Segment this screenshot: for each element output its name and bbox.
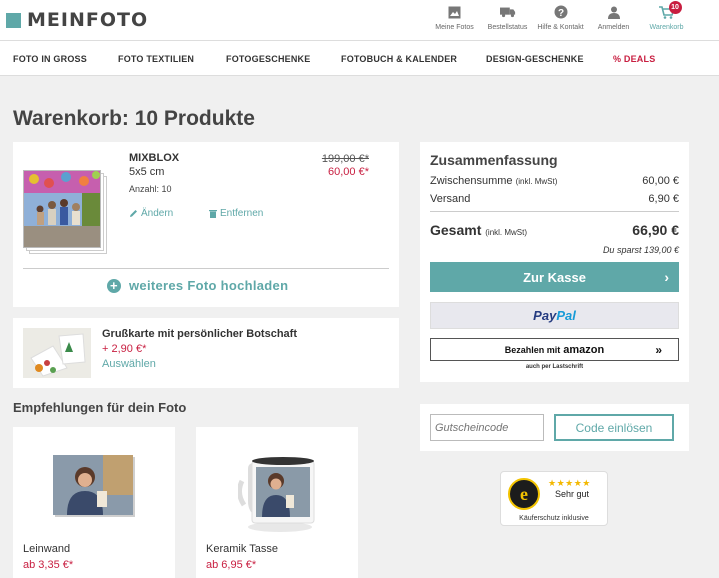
greeting-card-title: Grußkarte mit persönlicher Botschaft: [102, 328, 297, 340]
pencil-icon: [130, 210, 137, 217]
reco-card-canvas[interactable]: Leinwand ab 3,35 €*: [13, 427, 175, 578]
voucher-code-input[interactable]: [430, 414, 544, 441]
voucher-panel: Code einlösen: [420, 404, 689, 451]
trust-badge[interactable]: e ★★★★★ Sehr gut Käuferschutz inklusive: [500, 471, 608, 526]
main-navigation: FOTO IN GROSS FOTO TEXTILIEN FOTOGESCHEN…: [0, 40, 719, 76]
shipping-value: 6,90 €: [648, 193, 679, 205]
product-thumbnail[interactable]: [23, 170, 107, 254]
product-size: 5x5 cm: [129, 166, 165, 178]
reco-card-mug[interactable]: Keramik Tasse ab 6,95 €*: [196, 427, 358, 578]
remove-label: Entfernen: [220, 208, 264, 219]
trusted-shops-seal-icon: e: [508, 478, 540, 510]
truck-icon: [499, 4, 516, 20]
greeting-card-upsell: Grußkarte mit persönlicher Botschaft + 2…: [13, 318, 399, 388]
logo[interactable]: MEINFOTO: [6, 9, 148, 31]
reco-mug-name: Keramik Tasse: [206, 543, 278, 555]
greeting-card-image: [23, 328, 91, 378]
double-chevron-right-icon: »: [655, 342, 662, 357]
subtotal-value: 60,00 €: [642, 175, 679, 187]
greeting-card-price: + 2,90 €*: [102, 343, 147, 355]
my-photos-label: Meine Fotos: [435, 24, 474, 31]
amazon-pay-button[interactable]: Bezahlen mit amazon »: [430, 338, 679, 361]
paypal-button[interactable]: Pay Pal: [430, 302, 679, 329]
order-status-label: Bestellstatus: [487, 24, 528, 31]
redeem-code-button[interactable]: Code einlösen: [554, 414, 674, 441]
cart-link[interactable]: 10 Warenkorb: [640, 1, 693, 31]
help-contact-label: Hilfe & Kontakt: [537, 24, 584, 31]
summary-title: Zusammenfassung: [430, 152, 558, 168]
header-icon-bar: Meine Fotos Bestellstatus ? Hilfe & Kont…: [428, 1, 693, 31]
nav-foto-in-gross[interactable]: FOTO IN GROSS: [13, 54, 87, 64]
login-link[interactable]: Anmelden: [587, 4, 640, 31]
amazon-pay-prefix: Bezahlen mit: [504, 344, 561, 355]
reco-canvas-price: ab 3,35 €*: [23, 559, 74, 571]
my-photos-link[interactable]: Meine Fotos: [428, 4, 481, 31]
remove-button[interactable]: Entfernen: [209, 208, 263, 219]
nav-fotogeschenke[interactable]: FOTOGESCHENKE: [226, 54, 310, 64]
cart-icon: 10: [659, 1, 682, 20]
subtotal-tax-note: (inkl. MwSt): [515, 177, 558, 186]
upload-photo-button[interactable]: + weiteres Foto hochladen: [107, 278, 288, 293]
logo-text: MEINFOTO: [27, 9, 149, 31]
cart-label: Warenkorb: [649, 24, 684, 31]
card-divider: [23, 268, 389, 269]
photos-icon: [447, 4, 463, 20]
recommendations-heading: Empfehlungen für dein Foto: [13, 400, 187, 415]
cart-count-badge: 10: [668, 1, 682, 14]
total-row: Gesamt (inkl. MwSt) 66,90 €: [430, 222, 679, 238]
buyer-protection-note: Käuferschutz inklusive: [519, 515, 589, 522]
nav-foto-textilien[interactable]: FOTO TEXTILIEN: [118, 54, 194, 64]
amazon-debit-note: auch per Lastschrift: [525, 364, 584, 370]
total-tax-note: (inkl. MwSt): [485, 228, 528, 237]
canvas-product-image: [53, 455, 135, 517]
plus-circle-icon: +: [107, 278, 121, 293]
paypal-logo-part2: Pal: [556, 308, 576, 323]
login-label: Anmelden: [597, 24, 630, 31]
price-current: 60,00 €*: [328, 166, 369, 178]
checkout-button[interactable]: Zur Kasse ›: [430, 262, 679, 292]
greeting-card-select-link[interactable]: Auswählen: [102, 358, 156, 370]
summary-divider: [430, 211, 679, 212]
total-label: Gesamt: [430, 222, 482, 238]
paypal-logo-part1: Pay: [533, 308, 557, 323]
help-contact-link[interactable]: ? Hilfe & Kontakt: [534, 4, 587, 31]
upload-photo-label: weiteres Foto hochladen: [129, 278, 289, 293]
amazon-logo: amazon: [563, 343, 605, 356]
reco-canvas-name: Leinwand: [23, 543, 71, 555]
shipping-label: Versand: [430, 193, 471, 205]
rating-stars: ★★★★★: [548, 478, 591, 488]
user-icon: [606, 4, 622, 20]
page-title: Warenkorb: 10 Produkte: [13, 107, 255, 130]
shipping-row: Versand 6,90 €: [430, 193, 679, 205]
top-header: MEINFOTO Meine Fotos Bestellstatus ? Hil…: [0, 0, 719, 40]
total-value: 66,90 €: [632, 222, 679, 238]
order-status-link[interactable]: Bestellstatus: [481, 4, 534, 31]
mug-product-image: [236, 451, 318, 533]
svg-text:?: ?: [557, 8, 563, 19]
logo-square-icon: [6, 12, 21, 28]
nav-deals[interactable]: % DEALS: [613, 54, 655, 64]
chevron-right-icon: ›: [664, 269, 669, 285]
nav-design-geschenke[interactable]: DESIGN-GESCHENKE: [486, 54, 584, 64]
help-icon: ?: [553, 4, 569, 20]
order-summary-panel: Zusammenfassung Zwischensumme (inkl. MwS…: [420, 142, 689, 382]
product-photo: [23, 170, 101, 248]
subtotal-row: Zwischensumme (inkl. MwSt) 60,00 €: [430, 175, 679, 187]
nav-fotobuch-kalender[interactable]: FOTOBUCH & KALENDER: [341, 54, 457, 64]
price-original: 199,00 €*: [321, 153, 369, 165]
product-quantity: Anzahl: 10: [129, 184, 172, 194]
edit-label: Ändern: [141, 208, 174, 219]
reco-mug-price: ab 6,95 €*: [206, 559, 257, 571]
rating-label: Sehr gut: [555, 489, 590, 499]
trash-icon: [209, 210, 217, 218]
savings-note: Du sparst 139,00 €: [602, 245, 679, 255]
checkout-label: Zur Kasse: [523, 269, 586, 285]
cart-item-card: MIXBLOX 5x5 cm Anzahl: 10 199,00 €* 60,0…: [13, 142, 399, 307]
edit-button[interactable]: Ändern: [129, 208, 173, 219]
subtotal-label: Zwischensumme: [430, 175, 513, 187]
product-name: MIXBLOX: [129, 152, 180, 164]
